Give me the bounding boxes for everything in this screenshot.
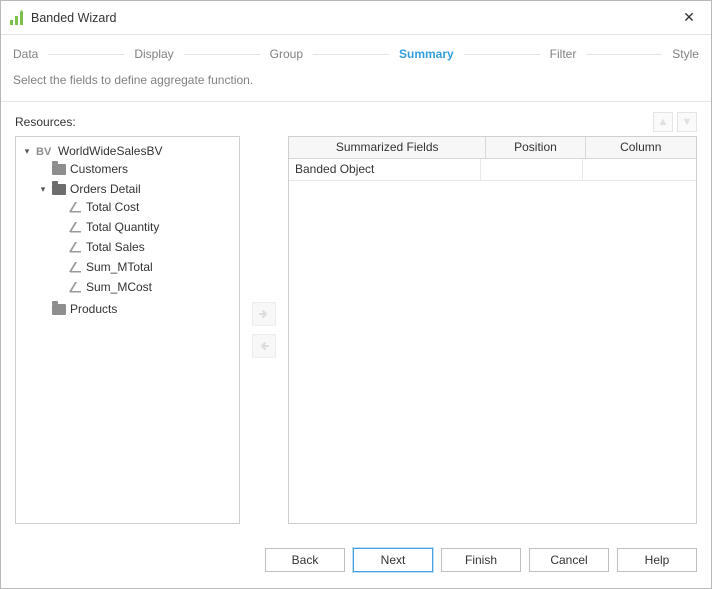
cell-column[interactable] (583, 159, 696, 181)
field-icon (68, 241, 82, 253)
step-separator (313, 54, 389, 55)
step-display[interactable]: Display (132, 47, 175, 61)
tree-node-label: WorldWideSalesBV (58, 144, 162, 158)
tree-field-sum-mtotal[interactable]: · Sum_MTotal (52, 259, 237, 275)
folder-icon (52, 164, 66, 175)
add-field-button[interactable] (252, 302, 276, 326)
tree-node-label: Total Sales (86, 240, 145, 254)
tree-node-label: Total Cost (86, 200, 139, 214)
remove-field-button[interactable] (252, 334, 276, 358)
finish-button[interactable]: Finish (441, 548, 521, 572)
table-row[interactable]: Banded Object (289, 159, 696, 181)
tree-folder-customers[interactable]: ▸ Customers (36, 161, 237, 177)
tree-field-total-quantity[interactable]: · Total Quantity (52, 219, 237, 235)
tree-node-label: Sum_MTotal (86, 260, 153, 274)
step-separator (586, 54, 662, 55)
tree-node-label: Customers (70, 162, 128, 176)
tree-node-label: Total Quantity (86, 220, 159, 234)
tree-field-total-sales[interactable]: · Total Sales (52, 239, 237, 255)
help-button[interactable]: Help (617, 548, 697, 572)
table-header: Summarized Fields Position Column (289, 137, 696, 159)
app-logo-icon (9, 10, 25, 26)
cell-position[interactable] (481, 159, 583, 181)
back-button[interactable]: Back (265, 548, 345, 572)
col-column[interactable]: Column (586, 137, 696, 159)
cell-summarized: Banded Object (289, 159, 481, 181)
tree-field-total-cost[interactable]: · Total Cost (52, 199, 237, 215)
step-summary[interactable]: Summary (397, 47, 456, 61)
folder-icon (52, 304, 66, 315)
summarized-fields-table[interactable]: Summarized Fields Position Column Banded… (288, 136, 697, 524)
col-summarized-fields[interactable]: Summarized Fields (289, 137, 486, 159)
tree-folder-orders-detail[interactable]: ▾ Orders Detail (36, 181, 237, 197)
field-icon (68, 281, 82, 293)
step-group[interactable]: Group (268, 47, 305, 61)
next-button[interactable]: Next (353, 548, 433, 572)
cancel-button[interactable]: Cancel (529, 548, 609, 572)
tree-node-label: Products (70, 302, 117, 316)
tree-folder-products[interactable]: ▸ Products (36, 301, 237, 317)
resources-tree[interactable]: ▾ BV WorldWideSalesBV ▸ (15, 136, 240, 524)
tree-field-sum-mcost[interactable]: · Sum_MCost (52, 279, 237, 295)
wizard-steps: Data Display Group Summary Filter Style (1, 35, 711, 73)
tree-node-label: Orders Detail (70, 182, 141, 196)
resources-label: Resources: (15, 115, 76, 129)
col-position[interactable]: Position (486, 137, 585, 159)
svg-text:BV: BV (36, 146, 52, 157)
move-down-button[interactable]: ▼ (677, 112, 697, 132)
tree-root[interactable]: ▾ BV WorldWideSalesBV (20, 143, 237, 159)
step-style[interactable]: Style (670, 47, 701, 61)
step-filter[interactable]: Filter (548, 47, 579, 61)
instruction-text: Select the fields to define aggregate fu… (1, 73, 711, 101)
titlebar: Banded Wizard ✕ (1, 1, 711, 35)
close-icon[interactable]: ✕ (677, 9, 701, 26)
step-separator (48, 54, 124, 55)
move-up-button[interactable]: ▲ (653, 112, 673, 132)
field-icon (68, 261, 82, 273)
tree-node-label: Sum_MCost (86, 280, 152, 294)
collapse-icon[interactable]: ▾ (22, 146, 32, 157)
folder-open-icon (52, 184, 66, 195)
field-icon (68, 201, 82, 213)
wizard-footer: Back Next Finish Cancel Help (1, 536, 711, 588)
step-data[interactable]: Data (11, 47, 40, 61)
collapse-icon[interactable]: ▾ (38, 184, 48, 195)
step-separator (464, 54, 540, 55)
window-title: Banded Wizard (31, 11, 677, 25)
business-view-icon: BV (36, 145, 54, 157)
field-icon (68, 221, 82, 233)
step-separator (184, 54, 260, 55)
